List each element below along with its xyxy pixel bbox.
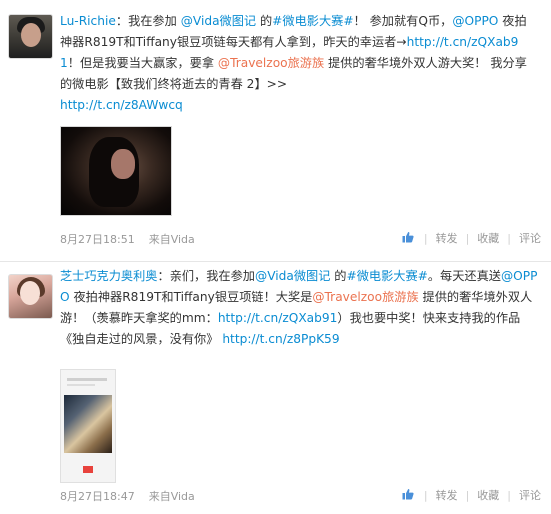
source-link[interactable]: 来自Vida: [149, 233, 195, 246]
post-text: 芝士巧克力奥利奥：亲们，我在参加@Vida微图记 的#微电影大赛#。每天还真送@…: [60, 269, 538, 346]
source-link[interactable]: 来自Vida: [149, 490, 195, 503]
username-link[interactable]: 芝士巧克力奥利奥: [60, 269, 158, 283]
post-image[interactable]: [60, 126, 172, 216]
mention-vida-link[interactable]: @Vida微图记: [181, 14, 256, 28]
avatar[interactable]: [8, 274, 53, 319]
thumbs-up-icon: [402, 488, 414, 499]
mention-oppo-link[interactable]: @OPPO: [452, 14, 498, 28]
username-link[interactable]: Lu-Richie: [60, 14, 116, 28]
short-url-link[interactable]: http://t.cn/z8AWwcq: [60, 98, 183, 112]
forward-button[interactable]: 转发: [436, 230, 458, 246]
like-button[interactable]: [402, 231, 416, 246]
post-text: Lu-Richie：我在参加 @Vida微图记 的#微电影大赛#！ 参加就有Q币…: [60, 14, 527, 112]
topic-link[interactable]: #微电影大赛#: [272, 14, 353, 28]
favorite-button[interactable]: 收藏: [477, 487, 499, 503]
weibo-post: Lu-Richie：我在参加 @Vida微图记 的#微电影大赛#！ 参加就有Q币…: [0, 0, 551, 262]
like-button[interactable]: [402, 488, 416, 503]
mention-travelzoo-link[interactable]: @Travelzoo旅游族: [218, 56, 324, 70]
timestamp-link[interactable]: 8月27日18:47: [60, 490, 135, 503]
avatar[interactable]: [8, 14, 53, 59]
favorite-button[interactable]: 收藏: [477, 230, 499, 246]
post-image[interactable]: [60, 369, 116, 483]
short-url-link[interactable]: http://t.cn/z8PpK59: [222, 332, 339, 346]
topic-link[interactable]: #微电影大赛#: [346, 269, 427, 283]
short-url-link[interactable]: http://t.cn/zQXab91: [218, 311, 338, 325]
weibo-post: 芝士巧克力奥利奥：亲们，我在参加@Vida微图记 的#微电影大赛#。每天还真送@…: [0, 262, 551, 514]
timestamp-link[interactable]: 8月27日18:51: [60, 233, 135, 246]
mention-vida-link[interactable]: @Vida微图记: [255, 269, 330, 283]
post-actions: | 转发 | 收藏 | 评论: [402, 487, 541, 503]
comment-button[interactable]: 评论: [519, 487, 541, 503]
post-meta: 8月27日18:47 来自Vida: [60, 488, 195, 504]
mention-travelzoo-link[interactable]: @Travelzoo旅游族: [312, 290, 418, 304]
comment-button[interactable]: 评论: [519, 230, 541, 246]
thumbs-up-icon: [402, 231, 414, 242]
forward-button[interactable]: 转发: [436, 487, 458, 503]
post-actions: | 转发 | 收藏 | 评论: [402, 230, 541, 246]
post-meta: 8月27日18:51 来自Vida: [60, 231, 195, 247]
